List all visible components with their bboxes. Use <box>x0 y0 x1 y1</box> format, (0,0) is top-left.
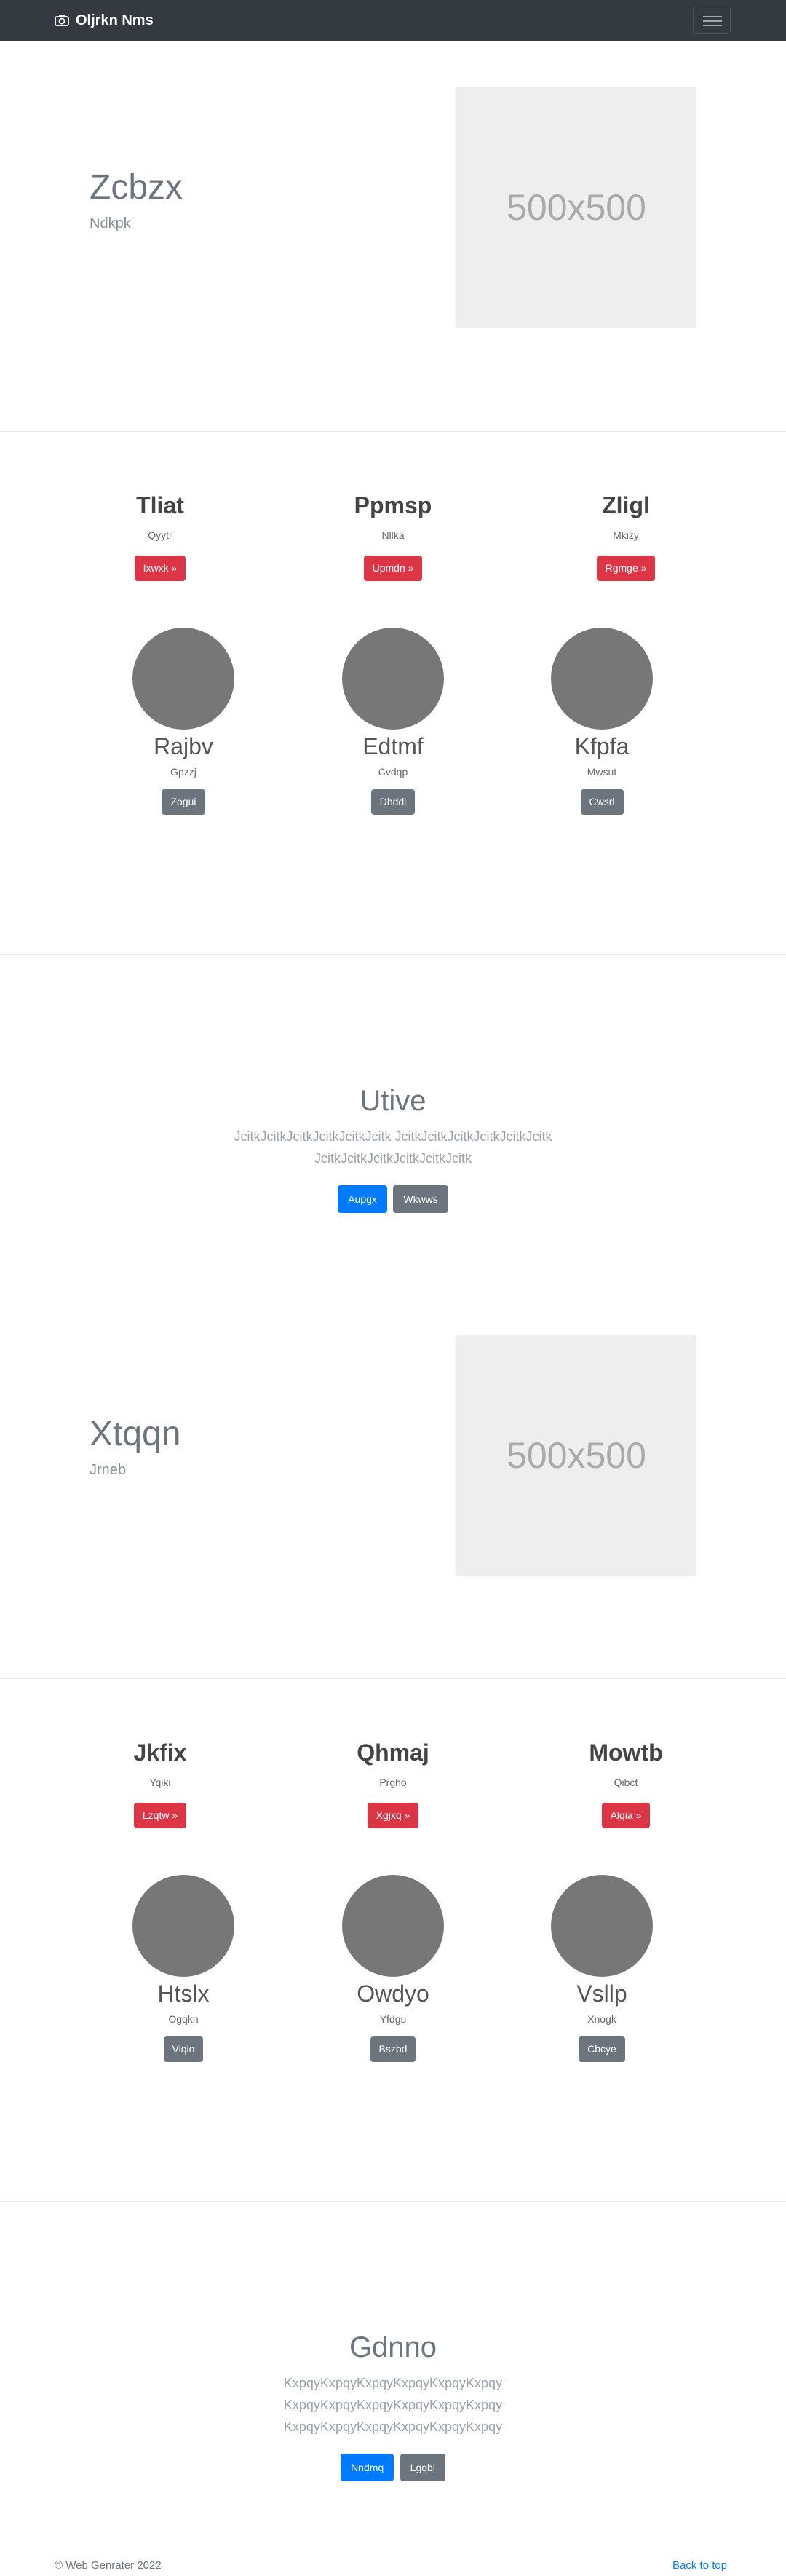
avatar <box>342 628 444 730</box>
feature-card: Tliat Qyytr Ixwxk » <box>51 491 269 581</box>
navbar: Oljrkn Nms <box>0 0 786 41</box>
feature-text: Qibct <box>614 1777 638 1789</box>
footer-copyright: © Web Genrater 2022 <box>55 2559 162 2572</box>
jumbotron-title: Utive <box>360 1085 426 1117</box>
back-to-top-link[interactable]: Back to top <box>672 2559 727 2572</box>
section-divider <box>0 954 786 955</box>
avatar <box>342 1875 444 1977</box>
feature-button[interactable]: Xgjxq » <box>367 1803 419 1828</box>
hamburger-icon-line <box>703 20 722 22</box>
hero-section-1: Zcbzx Ndkpk 500x500 <box>0 41 786 431</box>
team-card: Kfpfa Mwsut Cwsrl <box>493 628 711 815</box>
feature-text: Qyytr <box>148 529 172 542</box>
team-name: Owdyo <box>357 1980 429 2007</box>
jumbotron-lead: KxpqyKxpqyKxpqyKxpqyKxpqyKxpqy KxpqyKxpq… <box>0 2372 786 2438</box>
team-card: Htslx Ogqkn Viqio <box>74 1875 293 2062</box>
hero-subtitle: Jrneb <box>90 1462 127 1478</box>
jumbotron-lead: JcitkJcitkJcitkJcitkJcitkJcitk JcitkJcit… <box>0 1126 786 1169</box>
team-name: Edtmf <box>362 733 424 759</box>
jumbotron-1: Utive JcitkJcitkJcitkJcitkJcitkJcitk Jci… <box>0 1083 786 1214</box>
lead-line: KxpqyKxpqyKxpqyKxpqyKxpqyKxpqy <box>283 2419 503 2434</box>
feature-title: Zligl <box>602 492 650 518</box>
lead-line: KxpqyKxpqyKxpqyKxpqyKxpqyKxpqy <box>283 2398 503 2412</box>
team-name: Rajbv <box>154 733 213 759</box>
avatar <box>132 628 234 730</box>
avatar <box>551 1875 653 1977</box>
brand-label: Oljrkn Nms <box>76 12 154 28</box>
team-button[interactable]: Cbcye <box>579 2036 625 2062</box>
team-text: Yfdgu <box>379 2013 407 2026</box>
button-row: Aupgx Wkwws <box>0 1185 786 1214</box>
feature-title: Qhmaj <box>357 1739 429 1766</box>
feature-text: Prgho <box>379 1777 407 1789</box>
avatar <box>132 1875 234 1977</box>
brand-link[interactable]: Oljrkn Nms <box>55 10 154 31</box>
feature-card: Mowtb Qibct Alqia » <box>517 1739 735 1828</box>
team-button[interactable]: Dhddi <box>370 789 416 815</box>
feature-title: Tliat <box>136 492 184 518</box>
primary-button[interactable]: Nndmq <box>341 2454 394 2482</box>
team-card: Edtmf Cvdqp Dhddi <box>284 628 502 815</box>
feature-text: Yqiki <box>149 1777 171 1789</box>
hero-image-placeholder: 500x500 <box>456 87 696 328</box>
feature-title: Mowtb <box>589 1739 663 1766</box>
secondary-button[interactable]: Lgqbl <box>400 2454 445 2482</box>
camera-icon <box>55 15 69 26</box>
hamburger-icon-line <box>703 25 722 26</box>
section-divider <box>0 1678 786 1679</box>
hero-subtitle: Ndkpk <box>90 216 131 232</box>
jumbotron-title: Gdnno <box>349 2331 437 2363</box>
feature-button[interactable]: Lzqtw » <box>133 1803 187 1828</box>
feature-title: Jkfix <box>133 1739 187 1766</box>
team-text: Xnogk <box>587 2013 616 2026</box>
team-card: Vsllp Xnogk Cbcye <box>493 1875 711 2062</box>
feature-card: Ppmsp Nllka Upmdn » <box>284 491 502 581</box>
button-row: Nndmq Lgqbl <box>0 2454 786 2482</box>
team-name: Htslx <box>157 1980 210 2007</box>
feature-card: Zligl Mkizy Rgmge » <box>517 491 735 581</box>
team-button[interactable]: Viqio <box>163 2036 204 2062</box>
feature-card: Jkfix Yqiki Lzqtw » <box>51 1739 269 1828</box>
feature-button[interactable]: Ixwxk » <box>134 556 186 581</box>
lead-line: JcitkJcitkJcitkJcitkJcitkJcitk <box>314 1151 472 1166</box>
feature-text: Mkizy <box>613 529 639 542</box>
hamburger-icon <box>703 16 722 17</box>
feature-title: Ppmsp <box>354 492 432 518</box>
team-name: Vsllp <box>576 1980 627 2007</box>
team-button[interactable]: Cwsrl <box>580 789 624 815</box>
lead-line: JcitkJcitkJcitkJcitkJcitkJcitk JcitkJcit… <box>234 1129 552 1144</box>
hero-image-placeholder: 500x500 <box>456 1335 696 1576</box>
navbar-toggler[interactable] <box>693 7 731 34</box>
team-text: Gpzzj <box>170 766 196 778</box>
section-divider <box>0 2201 786 2202</box>
team-button[interactable]: Bszbd <box>370 2036 416 2062</box>
primary-button[interactable]: Aupgx <box>338 1185 387 1214</box>
feature-card: Qhmaj Prgho Xgjxq » <box>284 1739 502 1828</box>
team-card: Owdyo Yfdgu Bszbd <box>284 1875 502 2062</box>
hero-title: Zcbzx <box>90 168 183 207</box>
avatar <box>551 628 653 730</box>
feature-button[interactable]: Rgmge » <box>596 556 656 581</box>
lead-line: KxpqyKxpqyKxpqyKxpqyKxpqyKxpqy <box>283 2376 503 2390</box>
feature-button[interactable]: Upmdn » <box>363 556 423 581</box>
team-button[interactable]: Zogui <box>162 789 205 815</box>
team-card: Rajbv Gpzzj Zogui <box>74 628 293 815</box>
feature-button[interactable]: Alqia » <box>601 1803 651 1828</box>
team-name: Kfpfa <box>574 733 630 759</box>
section-divider <box>0 431 786 432</box>
team-text: Ogqkn <box>168 2013 199 2026</box>
hero-title: Xtqqn <box>90 1415 181 1453</box>
hero-section-2: Xtqqn Jrneb 500x500 <box>0 1289 786 1679</box>
feature-text: Nllka <box>381 529 405 542</box>
jumbotron-2: Gdnno KxpqyKxpqyKxpqyKxpqyKxpqyKxpqy Kxp… <box>0 2330 786 2482</box>
secondary-button[interactable]: Wkwws <box>393 1185 448 1214</box>
team-text: Cvdqp <box>378 766 408 778</box>
team-text: Mwsut <box>587 766 617 778</box>
